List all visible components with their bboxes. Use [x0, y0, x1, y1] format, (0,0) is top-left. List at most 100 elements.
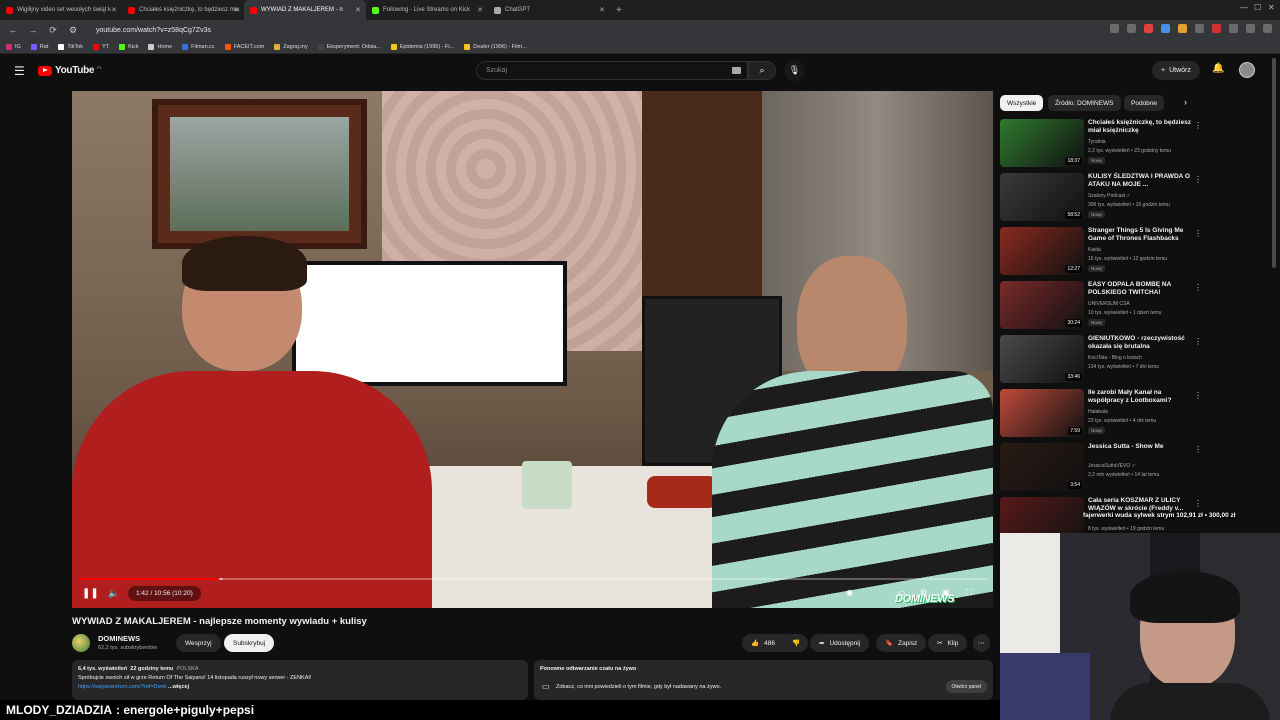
chip-source[interactable]: Źródło: DOMINEWS: [1048, 95, 1121, 111]
more-vertical-icon[interactable]: ⋮: [1194, 391, 1202, 400]
video-channel[interactable]: UNIVERSUM CSA: [1088, 301, 1130, 307]
recommended-video[interactable]: 7:59 Ile zarobi Mały Kanał na współpracy…: [1000, 389, 1210, 441]
extension-icon[interactable]: [1110, 24, 1119, 33]
open-panel-button[interactable]: Otwórz panel: [945, 680, 987, 693]
video-title-link[interactable]: GIENIUTKOWO - rzeczywistość okazała się …: [1088, 335, 1196, 351]
video-thumbnail[interactable]: 30:24: [1000, 281, 1084, 329]
create-button[interactable]: + Utwórz: [1152, 61, 1200, 80]
bookmark-item[interactable]: TikTok: [58, 43, 83, 50]
recommended-video[interactable]: 33:46 GIENIUTKOWO - rzeczywistość okazał…: [1000, 335, 1210, 387]
video-title-link[interactable]: Ile zarobi Mały Kanał na współpracy z Lo…: [1088, 389, 1196, 405]
pause-icon[interactable]: ❚❚: [82, 588, 99, 599]
recommended-video[interactable]: 58:52 KULISY ŚLEDZTWA I PRAWDA O ATAKU N…: [1000, 173, 1210, 225]
video-title-link[interactable]: KULISY ŚLEDZTWA I PRAWDA O ATAKU NA MOJE…: [1088, 173, 1196, 189]
page-scrollbar[interactable]: [1272, 58, 1276, 268]
dislike-button[interactable]: 👎: [784, 634, 809, 652]
progress-bar[interactable]: [78, 578, 987, 580]
chip-all[interactable]: Wszystkie: [1000, 95, 1044, 111]
video-title-link[interactable]: EASY ODPALA BOMBĘ NA POLSKIEGO TWITCHA!: [1088, 281, 1196, 297]
browser-tab[interactable]: Chciałeś księżniczkę, to będziesz mia ✕: [122, 0, 244, 20]
channel-avatar[interactable]: [72, 634, 90, 652]
bookmark-item[interactable]: FACEIT.com: [224, 43, 264, 50]
account-avatar[interactable]: [1239, 62, 1255, 78]
tab-close-icon[interactable]: ✕: [111, 6, 117, 14]
browser-tab[interactable]: Wigilijny video set wesołych świąt k ✕: [0, 0, 122, 20]
bookmark-item[interactable]: Zagraj.my: [274, 43, 308, 50]
video-thumbnail[interactable]: 7:59: [1000, 389, 1084, 437]
forward-icon[interactable]: →: [28, 25, 38, 35]
bookmark-item[interactable]: Eksperyment: Odsia...: [317, 43, 381, 50]
video-channel[interactable]: Tyralnia: [1088, 139, 1106, 145]
support-button[interactable]: Wesprzyj: [176, 634, 221, 652]
tab-close-icon[interactable]: ✕: [599, 6, 605, 14]
video-title-link[interactable]: Cała seria KOSZMAR Z ULICY WIĄZÓW w skró…: [1088, 497, 1196, 513]
chevron-right-icon[interactable]: ›: [1184, 97, 1187, 107]
site-info-icon[interactable]: ⚙: [68, 25, 78, 36]
extensions-puzzle-icon[interactable]: [1229, 24, 1238, 33]
recommended-video[interactable]: 3:54 Jessica Sutta - Show Me JessicaSutta…: [1000, 443, 1210, 495]
share-button[interactable]: ➦ Udostępnij: [810, 634, 870, 652]
new-tab-icon[interactable]: +: [616, 5, 622, 16]
volume-icon[interactable]: 🔈: [108, 588, 119, 599]
description-link[interactable]: https://saiyansreturn.com/?ref=Domi: [78, 684, 167, 690]
tab-close-icon[interactable]: ✕: [233, 6, 239, 14]
recommended-video[interactable]: 12:27 Stranger Things 5 Is Giving Me Gam…: [1000, 227, 1210, 279]
more-vertical-icon[interactable]: ⋮: [1194, 229, 1202, 238]
bookmark-item[interactable]: Dealer (1996) - Film...: [464, 43, 527, 50]
maximize-icon[interactable]: ☐: [1254, 3, 1261, 12]
tab-close-icon[interactable]: ✕: [355, 6, 361, 14]
more-vertical-icon[interactable]: ⋮: [1194, 283, 1202, 292]
download-icon[interactable]: [1246, 24, 1255, 33]
bookmark-item[interactable]: IG: [6, 43, 21, 50]
menu-icon[interactable]: [1263, 24, 1272, 33]
video-title-link[interactable]: Chciałeś księżniczkę, to będziesz miał k…: [1088, 119, 1196, 135]
subscribe-button[interactable]: Subskrybuj: [224, 634, 275, 652]
description-box[interactable]: 6,4 tys. wyświetleń 22 godziny temu POLS…: [72, 660, 528, 700]
recommended-video[interactable]: 30:24 EASY ODPALA BOMBĘ NA POLSKIEGO TWI…: [1000, 281, 1210, 333]
search-button[interactable]: ⌕: [748, 61, 776, 80]
bookmark-item[interactable]: Filman.cc: [182, 43, 215, 50]
youtube-logo[interactable]: YouTube PL: [38, 65, 102, 76]
chip-similar[interactable]: Podobne: [1124, 95, 1165, 111]
browser-tab[interactable]: ChatGPT ✕: [488, 0, 610, 20]
more-actions-button[interactable]: ⋯: [973, 634, 990, 652]
show-more-link[interactable]: ...więcej: [168, 684, 189, 690]
notifications-bell-icon[interactable]: 🔔: [1212, 63, 1224, 74]
extension-icon[interactable]: [1161, 24, 1170, 33]
video-thumbnail[interactable]: 3:54: [1000, 443, 1084, 491]
video-thumbnail[interactable]: 18:37: [1000, 119, 1084, 167]
reload-icon[interactable]: ⟳: [48, 25, 58, 36]
video-channel[interactable]: Kaida: [1088, 247, 1101, 253]
more-vertical-icon[interactable]: ⋮: [1194, 121, 1202, 130]
bookmark-item[interactable]: Home: [148, 43, 172, 50]
autoplay-toggle-icon[interactable]: ◉: [846, 588, 853, 597]
video-title-link[interactable]: Stranger Things 5 Is Giving Me Game of T…: [1088, 227, 1196, 243]
clip-button[interactable]: ✂ Klip: [928, 634, 968, 652]
channel-name[interactable]: DOMINEWS: [98, 634, 140, 643]
video-channel[interactable]: KociTata - Blog o kotach: [1088, 355, 1142, 361]
video-channel[interactable]: Halabala: [1088, 409, 1108, 415]
back-icon[interactable]: ←: [8, 25, 18, 35]
video-player[interactable]: [72, 91, 993, 608]
video-channel[interactable]: Szalony Podcast ✓: [1088, 193, 1131, 199]
more-vertical-icon[interactable]: ⋮: [1194, 337, 1202, 346]
more-vertical-icon[interactable]: ⋮: [1194, 175, 1202, 184]
browser-tab[interactable]: Following - Live Streams on Kick ✕: [366, 0, 488, 20]
close-window-icon[interactable]: ✕: [1268, 3, 1275, 12]
more-vertical-icon[interactable]: ⋮: [1194, 445, 1202, 454]
minimize-icon[interactable]: —: [1240, 3, 1248, 12]
video-channel[interactable]: JessicaSuttaVEVO ✓: [1088, 463, 1136, 469]
extension-icon[interactable]: [1195, 24, 1204, 33]
bookmark-item[interactable]: Rat: [30, 43, 48, 50]
recommended-video[interactable]: 18:37 Chciałeś księżniczkę, to będziesz …: [1000, 119, 1210, 171]
browser-tab[interactable]: WYWIAD Z MAKALJEREM - n ✕: [244, 0, 366, 20]
fullscreen-icon[interactable]: ⛶: [966, 588, 972, 598]
extension-icon[interactable]: [1127, 24, 1136, 33]
more-vertical-icon[interactable]: ⋮: [1194, 499, 1202, 508]
video-thumbnail[interactable]: 12:27: [1000, 227, 1084, 275]
video-thumbnail[interactable]: 33:46: [1000, 335, 1084, 383]
keyboard-icon[interactable]: [732, 67, 741, 74]
bookmark-item[interactable]: Epidemia (1995) - Fi...: [390, 43, 454, 50]
save-button[interactable]: 🔖 Zapisz: [876, 634, 927, 652]
tab-close-icon[interactable]: ✕: [477, 6, 483, 14]
